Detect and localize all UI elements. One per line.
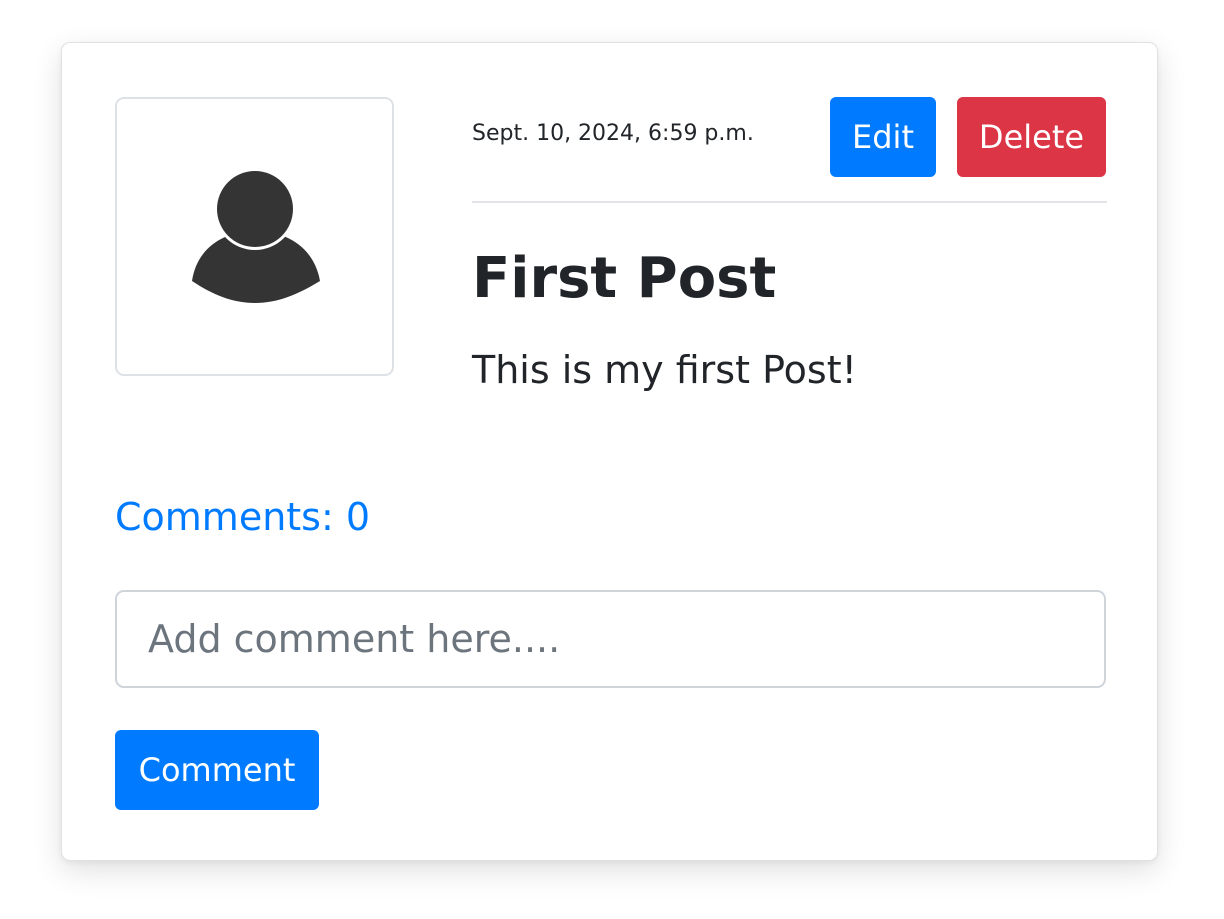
avatar <box>115 97 394 376</box>
post-card: Sept. 10, 2024, 6:59 p.m. Edit Delete Fi… <box>61 42 1158 861</box>
post-timestamp: Sept. 10, 2024, 6:59 p.m. <box>472 121 754 146</box>
post-body: This is my first Post! <box>472 348 857 392</box>
delete-button[interactable]: Delete <box>957 97 1106 177</box>
comment-submit-button[interactable]: Comment <box>115 730 319 810</box>
divider <box>472 201 1107 203</box>
comments-count-link[interactable]: Comments: 0 <box>115 495 370 541</box>
user-icon <box>192 169 320 303</box>
post-title: First Post <box>472 246 777 311</box>
comment-input[interactable] <box>115 590 1106 688</box>
edit-button[interactable]: Edit <box>830 97 936 177</box>
